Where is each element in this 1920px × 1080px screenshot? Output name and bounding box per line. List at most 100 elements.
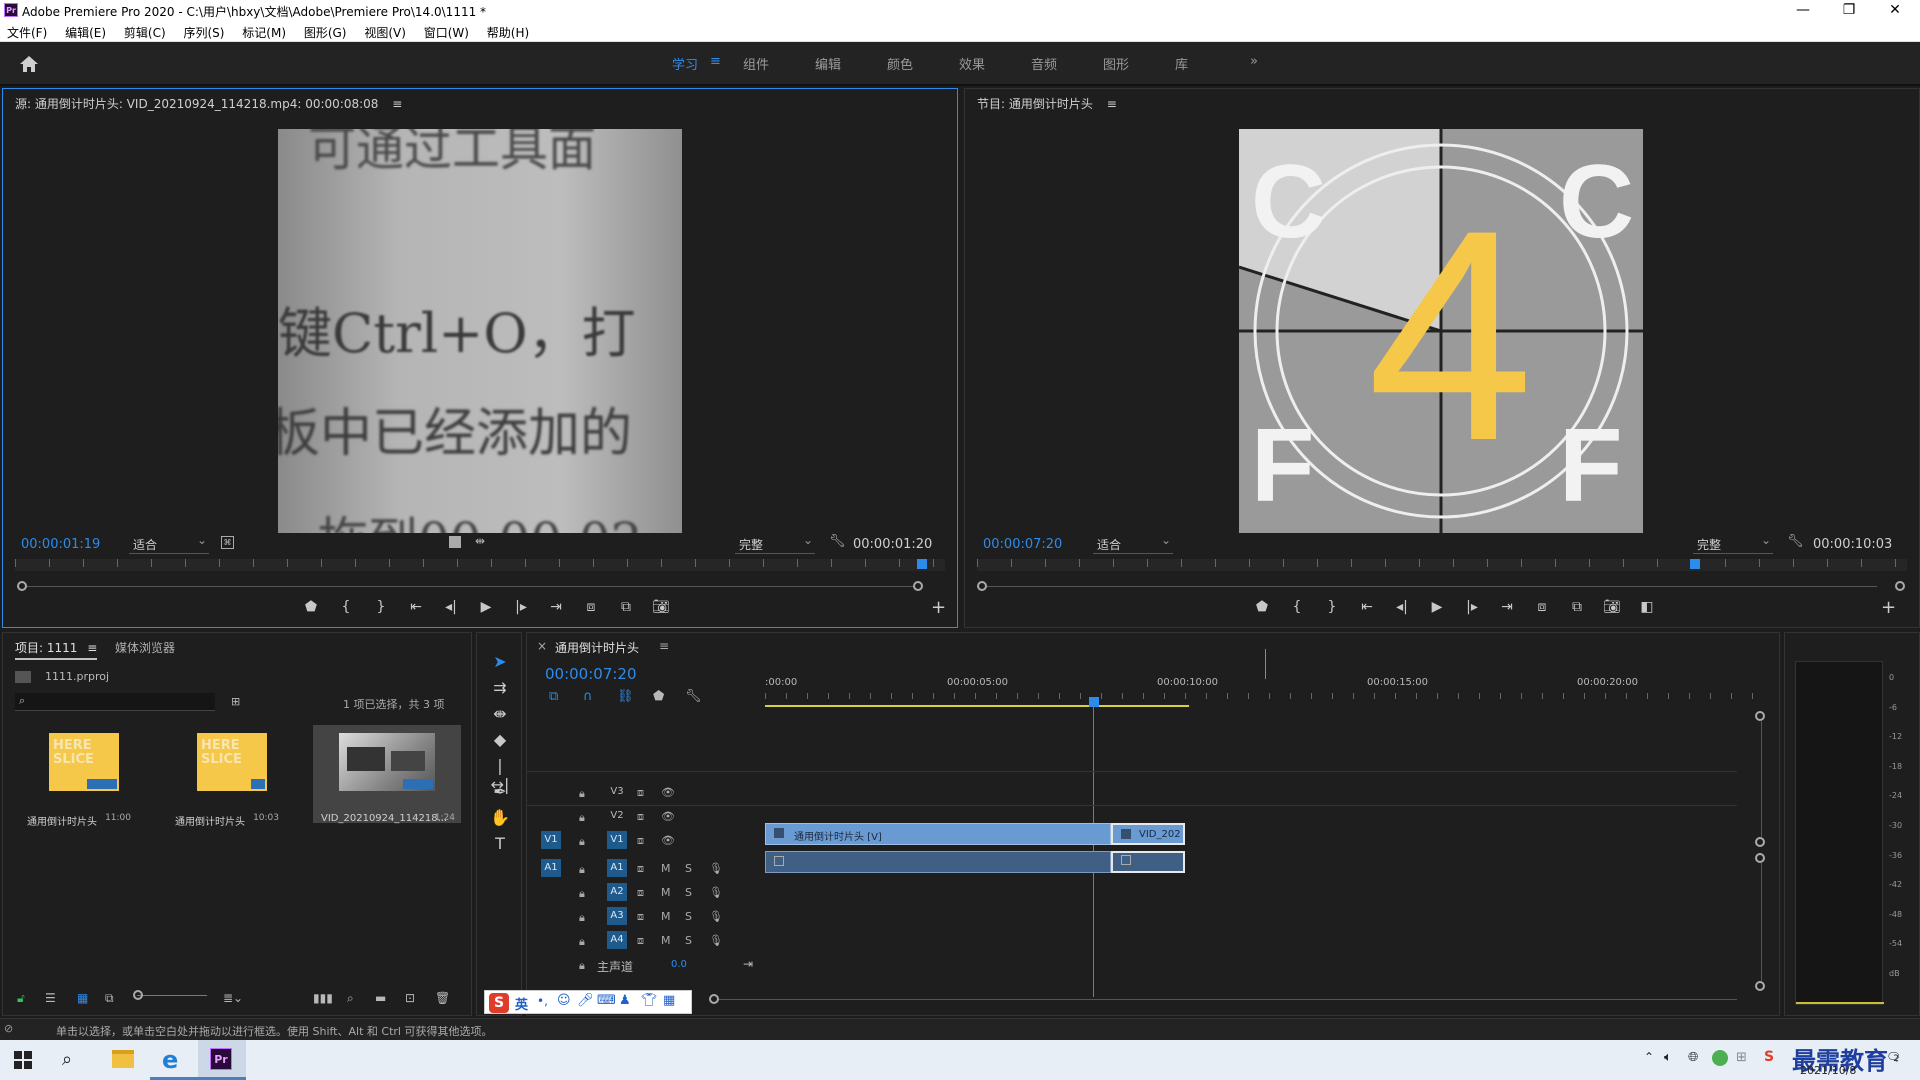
menu-edit[interactable]: 编辑(E) [58, 22, 113, 43]
add-marker-icon[interactable]: ⬟ [653, 689, 664, 704]
track-lock-icon[interactable]: 🔒︎ [579, 863, 585, 877]
sync-lock-icon[interactable]: ⧈ [637, 910, 644, 924]
track-select-tool-icon[interactable]: ⇉ [488, 678, 512, 700]
minimize-button[interactable]: — [1780, 0, 1826, 22]
solo-button[interactable]: S [685, 862, 692, 875]
solo-button[interactable]: S [685, 910, 692, 923]
program-time-ruler[interactable] [977, 559, 1907, 571]
sync-lock-icon[interactable]: ⧈ [637, 934, 644, 948]
timeline-tab-close-icon[interactable]: × [537, 639, 547, 653]
security-tray-icon[interactable] [1712, 1050, 1728, 1066]
track-label-v1[interactable]: V1 [607, 831, 627, 849]
mute-button[interactable]: M [661, 934, 671, 947]
menu-sequence[interactable]: 序列(S) [176, 22, 231, 43]
program-quality-dropdown[interactable]: 完整 [1693, 533, 1773, 554]
program-wrench-icon[interactable]: 🔧︎ [1787, 534, 1804, 549]
taskbar-edge-app[interactable]: e [150, 1040, 198, 1080]
go-to-out-icon[interactable]: ⇥ [1496, 599, 1518, 615]
project-tab-menu-icon[interactable]: ≡ [87, 641, 97, 655]
taskbar-premiere-app[interactable]: Pr [198, 1040, 246, 1080]
timeline-v-scroll-handle[interactable] [1755, 853, 1765, 863]
timeline-timecode[interactable]: 00:00:07:20 [545, 665, 637, 683]
tray-chevron-icon[interactable]: ⌃ [1644, 1050, 1654, 1064]
timeline-h-scroll-handle[interactable] [709, 994, 719, 1004]
source-playhead[interactable] [917, 559, 927, 569]
source-time-ruler[interactable] [15, 559, 945, 571]
sync-lock-icon[interactable]: ⧈ [637, 862, 644, 876]
nest-toggle-icon[interactable]: ⧉ [549, 689, 558, 704]
workspace-libraries[interactable]: 库 [1175, 54, 1188, 73]
program-zoom-handle-right[interactable] [1895, 581, 1905, 591]
zoom-slider[interactable] [137, 995, 207, 996]
step-back-icon[interactable]: ◂| [1391, 599, 1413, 615]
menu-view[interactable]: 视图(V) [357, 22, 413, 43]
sync-lock-icon[interactable]: ⧈ [637, 786, 644, 800]
hand-tool-icon[interactable]: ✋ [488, 808, 512, 830]
menu-graphics[interactable]: 图形(G) [297, 22, 354, 43]
master-volume-value[interactable]: 0.0 [671, 959, 687, 970]
search-icon[interactable]: ⌕ [62, 1049, 72, 1070]
source-drag-audio-icon[interactable]: ⇹ [475, 534, 485, 548]
source-drag-video-icon[interactable] [449, 536, 461, 548]
track-label-a1[interactable]: A1 [607, 859, 627, 877]
find-icon[interactable]: ⌕ [347, 991, 354, 1006]
sync-lock-icon[interactable]: ⧈ [637, 810, 644, 824]
program-zoom-bar[interactable] [987, 586, 1877, 587]
mark-in-icon[interactable]: { [335, 599, 357, 615]
timeline-h-scrollbar[interactable] [717, 999, 1737, 1000]
track-lock-icon[interactable]: 🔒︎ [579, 935, 585, 949]
razor-tool-icon[interactable]: ◆ [488, 730, 512, 752]
ime-lang-toggle[interactable]: 英 [515, 994, 528, 1013]
track-lock-icon[interactable]: 🔒︎ [579, 911, 585, 925]
ripple-edit-tool-icon[interactable]: ⇼ [488, 704, 512, 726]
menu-window[interactable]: 窗口(W) [417, 22, 476, 43]
program-current-timecode[interactable]: 00:00:07:20 [983, 537, 1062, 552]
mic-icon[interactable]: 🎙︎ [709, 862, 723, 875]
play-icon[interactable]: ▶ [475, 599, 497, 615]
project-item-1[interactable]: HERE SLICE 通用倒计时片头 11:00 [19, 725, 137, 828]
skin-icon[interactable]: 👕︎ [641, 993, 658, 1008]
timeline-tab-menu-icon[interactable]: ≡ [659, 639, 669, 653]
project-search-input[interactable]: ⌕ [15, 693, 215, 711]
source-monitor-menu-icon[interactable]: ≡ [392, 97, 402, 111]
comparison-view-icon[interactable]: ◧ [1636, 599, 1658, 615]
punct-icon[interactable]: •, [537, 994, 548, 1008]
ime-tray-icon[interactable]: ⊞ [1736, 1050, 1747, 1065]
menu-help[interactable]: 帮助(H) [480, 22, 536, 43]
export-frame-icon[interactable]: 📷︎ [650, 599, 672, 615]
mute-button[interactable]: M [661, 886, 671, 899]
track-lock-icon[interactable]: 🔒︎ [579, 787, 585, 801]
pen-tool-icon[interactable]: ✒ [488, 782, 512, 804]
slip-tool-icon[interactable]: |↔| [488, 756, 512, 794]
source-fit-dropdown[interactable]: 适合 [129, 533, 209, 554]
go-to-in-icon[interactable]: ⇤ [405, 599, 427, 615]
track-label-v2[interactable]: V2 [607, 807, 627, 825]
source-patch-v1[interactable]: V1 [541, 831, 561, 849]
workspace-menu-icon[interactable]: ≡ [710, 54, 721, 69]
mark-out-icon[interactable]: } [1321, 599, 1343, 615]
solo-button[interactable]: S [685, 934, 692, 947]
play-icon[interactable]: ▶ [1426, 599, 1448, 615]
overwrite-icon[interactable]: ⧉ [615, 599, 637, 615]
source-current-timecode[interactable]: 00:00:01:19 [21, 537, 100, 552]
freeform-view-icon[interactable]: ⧉ [105, 991, 114, 1006]
source-patch-a1[interactable]: A1 [541, 859, 561, 877]
new-item-icon[interactable]: ⊡ [405, 991, 415, 1005]
sync-lock-icon[interactable]: ⧈ [637, 834, 644, 848]
emoji-icon[interactable]: ☺ [557, 993, 571, 1008]
mute-button[interactable]: M [661, 862, 671, 875]
sogou-tray-icon[interactable]: S [1764, 1049, 1774, 1065]
icon-view-icon[interactable]: ▦ [77, 991, 88, 1005]
user-icon[interactable]: ♟ [619, 993, 631, 1008]
source-zoom-handle-left[interactable] [17, 581, 27, 591]
workspace-more-icon[interactable]: » [1250, 54, 1258, 69]
program-add-button-icon[interactable]: + [1881, 597, 1896, 618]
trash-icon[interactable]: 🗑︎ [435, 991, 450, 1005]
automate-to-sequence-icon[interactable]: ▮▮▮ [313, 991, 333, 1005]
track-lock-icon[interactable]: 🔒︎ [579, 835, 585, 849]
eye-icon[interactable]: 👁︎ [661, 786, 675, 799]
workspace-audio[interactable]: 音频 [1031, 54, 1057, 73]
selection-tool-icon[interactable]: ➤ [488, 652, 512, 674]
work-area-bar[interactable] [765, 705, 1189, 707]
workspace-learn[interactable]: 学习 [672, 54, 698, 73]
